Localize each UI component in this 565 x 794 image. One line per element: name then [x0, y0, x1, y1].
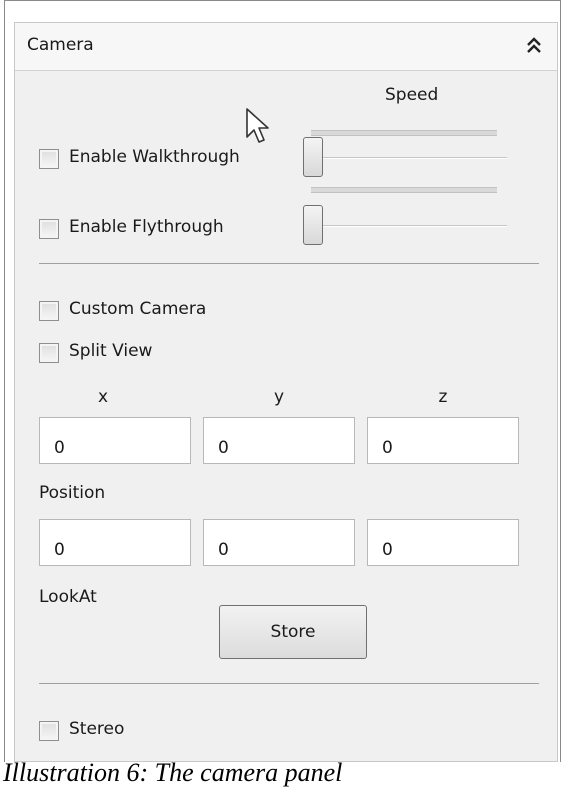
- walkthrough-label: Enable Walkthrough: [69, 147, 240, 167]
- position-x-field[interactable]: [39, 417, 191, 464]
- axis-label-x: x: [97, 387, 109, 407]
- flythrough-label: Enable Flythrough: [69, 217, 224, 237]
- split-view-label: Split View: [69, 341, 153, 361]
- stereo-label: Stereo: [69, 719, 125, 739]
- speed-label: Speed: [385, 85, 439, 105]
- panel-header[interactable]: Camera: [15, 23, 557, 71]
- camera-panel: Camera Speed Enable Walkthrough Enable F…: [14, 22, 558, 762]
- flythrough-checkbox[interactable]: [39, 219, 59, 239]
- flythrough-speed-slider[interactable]: [303, 205, 323, 245]
- store-button[interactable]: Store: [219, 605, 367, 659]
- divider: [39, 683, 539, 684]
- walkthrough-checkbox[interactable]: [39, 149, 59, 169]
- figure-caption: Illustration 6: The camera panel: [3, 758, 343, 787]
- lookat-label: LookAt: [39, 587, 97, 607]
- lookat-z-field[interactable]: [367, 519, 519, 566]
- walkthrough-speed-track-top: [311, 130, 497, 136]
- split-view-checkbox[interactable]: [39, 343, 59, 363]
- stereo-checkbox[interactable]: [39, 721, 59, 741]
- walkthrough-speed-slider[interactable]: [303, 137, 323, 177]
- position-y-field[interactable]: [203, 417, 355, 464]
- flythrough-speed-track-top: [311, 187, 497, 193]
- custom-camera-label: Custom Camera: [69, 299, 207, 319]
- double-chevron-up-icon[interactable]: [525, 35, 543, 57]
- lookat-y-field[interactable]: [203, 519, 355, 566]
- walkthrough-slider-groove: [315, 157, 507, 159]
- mouse-pointer-icon: [246, 108, 269, 143]
- flythrough-slider-groove: [315, 225, 507, 227]
- axis-label-y: y: [273, 387, 285, 407]
- lookat-x-field[interactable]: [39, 519, 191, 566]
- custom-camera-checkbox[interactable]: [39, 301, 59, 321]
- position-z-field[interactable]: [367, 417, 519, 464]
- position-label: Position: [39, 483, 106, 503]
- panel-title: Camera: [27, 35, 94, 55]
- axis-label-z: z: [438, 387, 448, 407]
- divider: [39, 263, 539, 264]
